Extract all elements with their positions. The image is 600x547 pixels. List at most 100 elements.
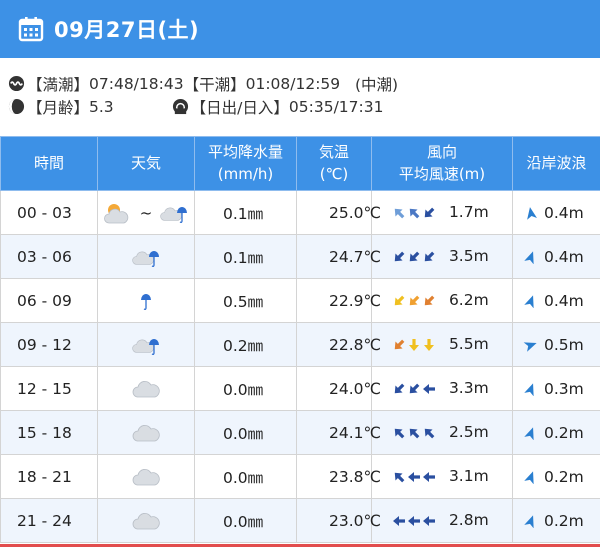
cloud-icon xyxy=(132,380,160,397)
wave-cell: 0.2m xyxy=(512,498,600,543)
wave-cell: 0.4m xyxy=(512,234,600,279)
weather-cell xyxy=(97,454,195,499)
weather-cell: ~ xyxy=(97,190,195,235)
time-cell: 00 - 03 xyxy=(0,190,98,235)
moon-age-label: 【月齢】 xyxy=(27,98,90,117)
weather-cell xyxy=(97,410,195,455)
wave-direction-icon xyxy=(524,427,534,440)
time-cell: 15 - 18 xyxy=(0,410,98,455)
wind-speed: 1.7m xyxy=(448,203,489,222)
wind-arrow-icon xyxy=(424,295,435,306)
col-rain: 平均降水量 (mm/h) xyxy=(194,136,297,191)
date-title: 09月27日(土) xyxy=(54,18,200,42)
table-row: 12 - 15 0.0㎜ 24.0℃ 3.3m 0.3m xyxy=(0,366,600,411)
wind-speed: 5.5m xyxy=(448,335,489,354)
low-tide-times: 01:08/12:59 xyxy=(245,74,341,93)
wave-height: 0.4m xyxy=(544,247,584,266)
wind-arrow-icon xyxy=(394,383,405,394)
col-weather: 天気 xyxy=(97,136,195,191)
rain-cell: 0.1㎜ xyxy=(194,190,297,235)
col-temp: 気温 (℃) xyxy=(296,136,372,191)
forecast-table: 時間 天気 平均降水量 (mm/h) 気温 (℃) 風向 平均風速(m) 沿岸波浪 0… xyxy=(0,136,600,543)
rain-cell: 0.0㎜ xyxy=(194,366,297,411)
weather-tilde: ~ xyxy=(139,203,153,222)
rain-cell: 0.0㎜ xyxy=(194,410,297,455)
wave-cell: 0.3m xyxy=(512,366,600,411)
umbrella-icon xyxy=(141,293,151,310)
wind-speed: 6.2m xyxy=(448,291,489,310)
table-row: 21 - 24 0.0㎜ 23.0℃ 2.8m 0.2m xyxy=(0,498,600,543)
temp-cell: 25.0℃ xyxy=(296,190,381,235)
sun-label: 【日出/日入】 xyxy=(190,98,289,117)
wave-cell: 0.2m xyxy=(512,454,600,499)
wave-direction-icon xyxy=(524,515,534,528)
umbrella-icon xyxy=(149,338,159,355)
wind-arrow-icon xyxy=(424,339,434,352)
wave-direction-icon xyxy=(523,342,537,352)
wave-cell: 0.5m xyxy=(512,322,600,367)
wave-height: 0.2m xyxy=(544,423,584,442)
wave-cell: 0.4m xyxy=(512,278,600,323)
wind-arrow-icon xyxy=(394,429,405,439)
wind-cell: 3.5m xyxy=(371,234,513,279)
wind-arrow-icon xyxy=(424,429,435,439)
wind-arrow-icon xyxy=(409,383,420,394)
wind-arrow-icon xyxy=(424,251,435,262)
umbrella-icon xyxy=(149,250,159,267)
table-row: 03 - 06 0.1㎜ 24.7℃ 3.5m 0.4m xyxy=(0,234,600,279)
table-row: 00 - 03 ~ 0.1㎜ 25.0℃ 1.7m 0.4m xyxy=(0,190,600,235)
rain-cell: 0.0㎜ xyxy=(194,454,297,499)
time-cell: 21 - 24 xyxy=(0,498,98,543)
temp-cell: 22.9℃ xyxy=(296,278,381,323)
wind-arrow-icon xyxy=(394,473,405,483)
wave-direction-icon xyxy=(524,383,534,396)
wind-arrow-icon xyxy=(409,339,419,352)
wind-arrow-icon xyxy=(394,339,405,350)
date-header: 09月27日(土) xyxy=(0,0,600,58)
wave-cell: 0.2m xyxy=(512,410,600,455)
cloud-icon xyxy=(132,468,160,485)
wave-height: 0.2m xyxy=(544,511,584,530)
cloud-icon xyxy=(132,424,160,441)
cloud-rain-icon xyxy=(131,246,161,268)
umbrella-icon xyxy=(177,206,188,223)
table-row: 15 - 18 0.0㎜ 24.1℃ 2.5m 0.2m xyxy=(0,410,600,455)
sun-times: 05:35/17:31 xyxy=(288,97,384,116)
wind-arrow-icon xyxy=(394,251,405,262)
wind-arrow-icon xyxy=(394,209,405,219)
wave-height: 0.4m xyxy=(544,203,584,222)
temp-cell: 24.7℃ xyxy=(296,234,381,279)
wave-direction-icon xyxy=(524,471,534,484)
col-wave: 沿岸波浪 xyxy=(512,136,600,191)
wind-arrow-icon xyxy=(409,295,420,306)
wind-arrow-icon xyxy=(409,251,420,262)
table-row: 06 - 09 0.5㎜ 22.9℃ 6.2m 0.4m xyxy=(0,278,600,323)
low-tide-label: 【干潮】 xyxy=(183,75,246,94)
weather-cell xyxy=(97,366,195,411)
moon-sun-row: 【月齢】 5.3 【日出/日入】 05:35/17:31 xyxy=(8,95,600,118)
wind-speed: 2.8m xyxy=(448,511,489,530)
weather-cell xyxy=(97,322,195,367)
rain-cell: 0.0㎜ xyxy=(194,498,297,543)
wind-arrow-icon xyxy=(393,516,405,527)
wind-arrow-icon xyxy=(409,429,420,439)
wave-cell: 0.4m xyxy=(512,190,600,235)
wind-arrow-icon xyxy=(408,516,420,527)
wave-height: 0.5m xyxy=(544,335,584,354)
time-cell: 12 - 15 xyxy=(0,366,98,411)
high-tide-label: 【満潮】 xyxy=(27,75,90,94)
sun-cloud-icon xyxy=(103,203,129,223)
cloud-rain-icon xyxy=(159,202,189,224)
wind-cell: 5.5m xyxy=(371,322,513,367)
high-tide-times: 07:48/18:43 xyxy=(89,74,184,93)
tide-type: (中潮) xyxy=(354,75,399,94)
weather-cell xyxy=(97,498,195,543)
wind-speed: 2.5m xyxy=(448,423,489,442)
tide-info: 【満潮】 07:48/18:43 【干潮】 01:08/12:59 (中潮) 【… xyxy=(8,72,600,118)
col-wind: 風向 平均風速(m) xyxy=(371,136,513,191)
wave-height: 0.3m xyxy=(544,379,584,398)
wind-speed: 3.5m xyxy=(448,247,489,266)
rain-cell: 0.5㎜ xyxy=(194,278,297,323)
wind-cell: 1.7m xyxy=(371,190,513,235)
weather-cell xyxy=(97,278,195,323)
